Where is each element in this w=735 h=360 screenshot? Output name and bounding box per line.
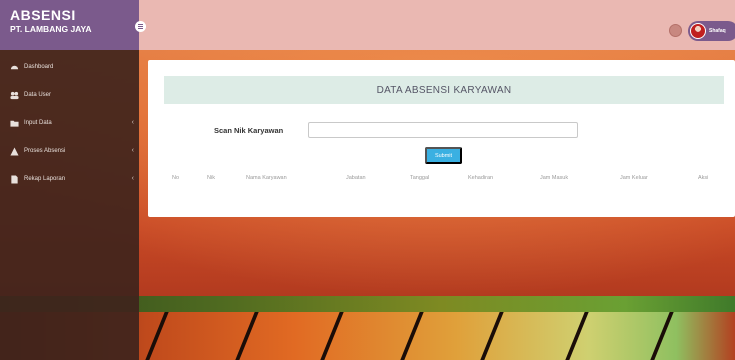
column-header-jam-keluar: Jam Keluar <box>620 175 648 181</box>
sidebar-item-label: Proses Absensi <box>24 148 66 154</box>
user-name: Shafaq <box>709 28 726 34</box>
column-header-nik: Nik <box>207 175 215 181</box>
sidebar-item-data-user[interactable]: Data User <box>0 81 139 109</box>
sidebar-item-label: Data User <box>24 92 52 98</box>
column-header-no: No <box>172 175 180 181</box>
scan-nik-label: Scan Nik Karyawan <box>214 126 284 135</box>
sidebar-item-rekap-laporan[interactable]: Rekap Laporan ‹ <box>0 165 139 193</box>
sidebar-item-label: Rekap Laporan <box>24 176 66 182</box>
chevron-left-icon: ‹ <box>131 175 134 182</box>
sidebar-toggle-button[interactable] <box>135 21 146 32</box>
sidebar: ABSENSI PT. LAMBANG JAYA Dashboard Data … <box>0 0 139 360</box>
sidebar-item-label: Dashboard <box>24 64 54 70</box>
user-menu[interactable]: Shafaq <box>688 21 735 41</box>
dashboard-icon <box>10 63 19 72</box>
content-panel: DATA ABSENSI KARYAWAN <box>148 60 735 217</box>
sidebar-item-input-data[interactable]: Input Data ‹ <box>0 109 139 137</box>
users-icon <box>10 91 19 100</box>
submit-button[interactable]: Submit <box>425 147 462 164</box>
chevron-left-icon: ‹ <box>131 147 134 154</box>
sidebar-item-label: Input Data <box>24 120 52 126</box>
table-header: No Nik Nama Karyawan Jabatan Tanggal Keh… <box>148 172 735 186</box>
chevron-left-icon: ‹ <box>131 119 134 126</box>
panel-header: DATA ABSENSI KARYAWAN <box>164 76 724 104</box>
nik-input[interactable] <box>308 122 578 138</box>
sidebar-item-dashboard[interactable]: Dashboard <box>0 53 139 81</box>
column-header-aksi: Aksi <box>698 175 709 181</box>
brand-subtitle: PT. LAMBANG JAYA <box>10 24 92 34</box>
column-header-kehadiran: Kehadiran <box>468 175 494 181</box>
page-title: DATA ABSENSI KARYAWAN <box>376 84 512 96</box>
column-header-nama-karyawan: Nama Karyawan <box>246 175 287 181</box>
menu-icon <box>138 26 143 27</box>
column-header-jam-masuk: Jam Masuk <box>540 175 569 181</box>
brand-title: ABSENSI <box>10 7 76 23</box>
topbar: Shafaq <box>135 0 735 50</box>
search-button[interactable] <box>669 24 682 37</box>
sidebar-item-proses-absensi[interactable]: Proses Absensi ‹ <box>0 137 139 165</box>
file-icon <box>10 174 19 184</box>
column-header-tanggal: Tanggal <box>410 175 430 181</box>
column-header-jabatan: Jabatan <box>346 175 366 181</box>
sidebar-menu: Dashboard Data User Input Data ‹ Proses … <box>0 53 139 193</box>
user-icon <box>10 146 19 156</box>
avatar <box>690 23 706 39</box>
folder-icon <box>10 119 19 128</box>
brand[interactable]: ABSENSI PT. LAMBANG JAYA <box>0 0 139 50</box>
